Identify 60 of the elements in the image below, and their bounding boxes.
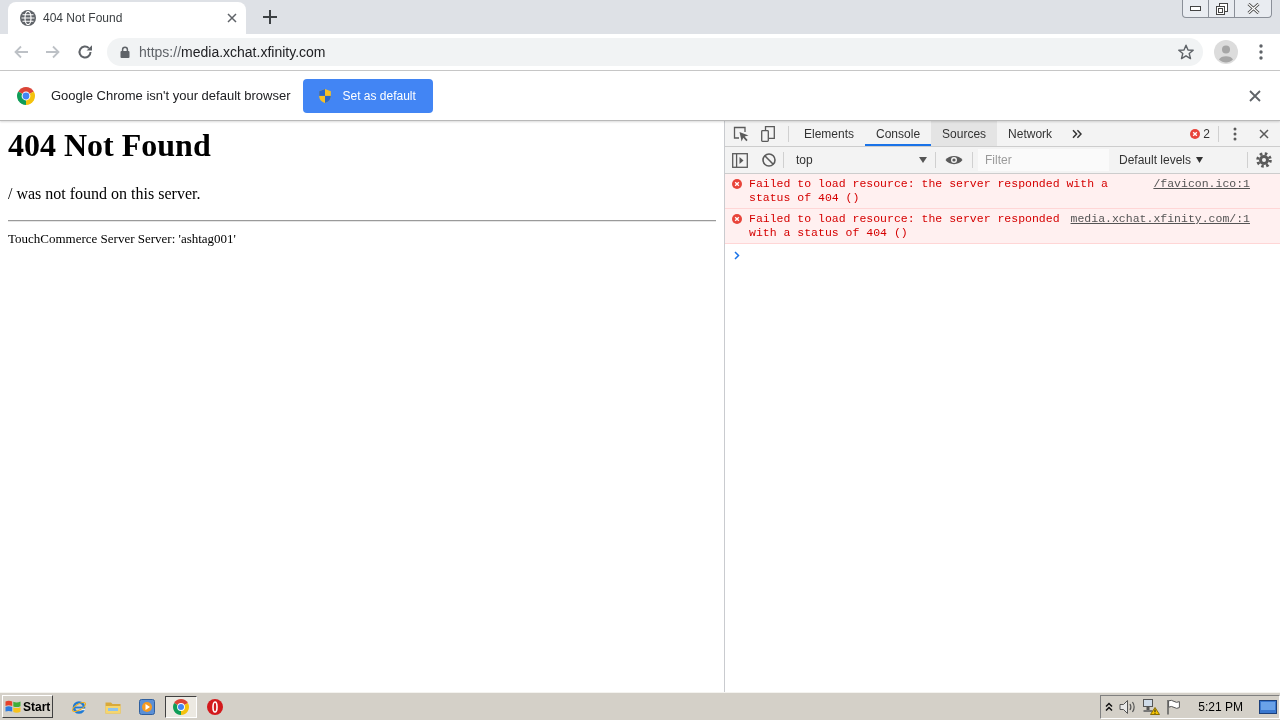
set-default-button[interactable]: Set as default <box>303 78 433 113</box>
error-icon <box>1190 128 1201 139</box>
flag-logo-icon <box>5 699 21 714</box>
error-count-button[interactable]: 2 <box>1190 126 1210 141</box>
flag-icon[interactable] <box>1166 698 1181 715</box>
address-field[interactable]: https://media.xchat.xfinity.com <box>107 38 1203 66</box>
error-message: / was not found on this server. <box>8 185 202 203</box>
double-chevron-icon[interactable] <box>1072 128 1083 139</box>
desktop-icon[interactable] <box>1259 699 1277 714</box>
filter-field[interactable]: Filter <box>978 149 1109 171</box>
minimize-icon[interactable] <box>1190 6 1201 11</box>
network-warning-icon[interactable] <box>1143 698 1161 715</box>
eye-icon[interactable] <box>945 154 963 166</box>
devtools-tab[interactable]: Network <box>997 121 1064 146</box>
close-icon[interactable] <box>227 13 237 23</box>
browser-tab[interactable]: 404 Not Found <box>8 2 246 34</box>
clear-icon[interactable] <box>762 153 776 167</box>
play-icon <box>139 698 155 715</box>
source-link[interactable]: media.xchat.xfinity.com/:1 <box>1070 212 1250 226</box>
error-icon <box>732 179 742 189</box>
source-link[interactable]: /favicon.ico:1 <box>1153 177 1250 191</box>
browser-logo-icon <box>17 86 35 105</box>
context-select[interactable]: top <box>790 149 931 171</box>
kebab-menu-icon[interactable] <box>1233 126 1237 141</box>
close-icon[interactable] <box>1249 89 1261 102</box>
taskbar-button[interactable] <box>165 695 197 718</box>
caret-icon <box>1196 157 1204 163</box>
plus-icon[interactable] <box>263 10 277 24</box>
reload-icon[interactable] <box>77 44 93 60</box>
message-text: Failed to load resource: the server responded with a status of 404 () <box>749 212 1061 240</box>
devtools-tab[interactable]: Sources <box>931 121 998 146</box>
shield-icon <box>319 88 332 103</box>
kebab-menu-icon[interactable] <box>1259 44 1263 60</box>
prompt-icon[interactable] <box>734 250 740 260</box>
close-icon[interactable] <box>1259 128 1269 139</box>
e-logo-icon <box>71 698 87 715</box>
speaker-icon[interactable] <box>1119 698 1138 715</box>
browser-logo-icon <box>173 698 189 715</box>
error-icon <box>732 214 742 224</box>
start-button[interactable]: Start <box>2 695 53 718</box>
server-signature: TouchCommerce Server Server: 'ashtag001' <box>8 231 237 246</box>
device-toolbar-icon[interactable] <box>761 125 775 142</box>
restore-icon[interactable] <box>1215 2 1228 15</box>
settings-icon[interactable] <box>1256 152 1272 168</box>
inspect-icon[interactable] <box>733 125 749 142</box>
levels-dropdown[interactable]: Default levels <box>1112 153 1211 167</box>
globe-icon <box>20 10 36 26</box>
ring-logo-icon <box>207 698 223 715</box>
infobar-message: Google Chrome isn't your default browser <box>51 88 291 103</box>
devtools-tab[interactable]: Elements <box>793 121 866 146</box>
clock-time[interactable]: 5:21 PM <box>1198 699 1243 714</box>
close-icon[interactable] <box>1246 3 1260 14</box>
double-chevron-up-icon[interactable] <box>1105 702 1114 711</box>
message-text: Failed to load resource: the server responded with a status of 404 () <box>749 177 1109 205</box>
sidebar-toggle-icon[interactable] <box>732 152 748 168</box>
page-heading: 404 Not Found <box>8 127 212 164</box>
lock-icon <box>120 46 130 58</box>
caret-icon <box>919 157 927 163</box>
star-icon[interactable] <box>1178 44 1194 60</box>
devtools-tab[interactable]: Console <box>865 121 932 146</box>
